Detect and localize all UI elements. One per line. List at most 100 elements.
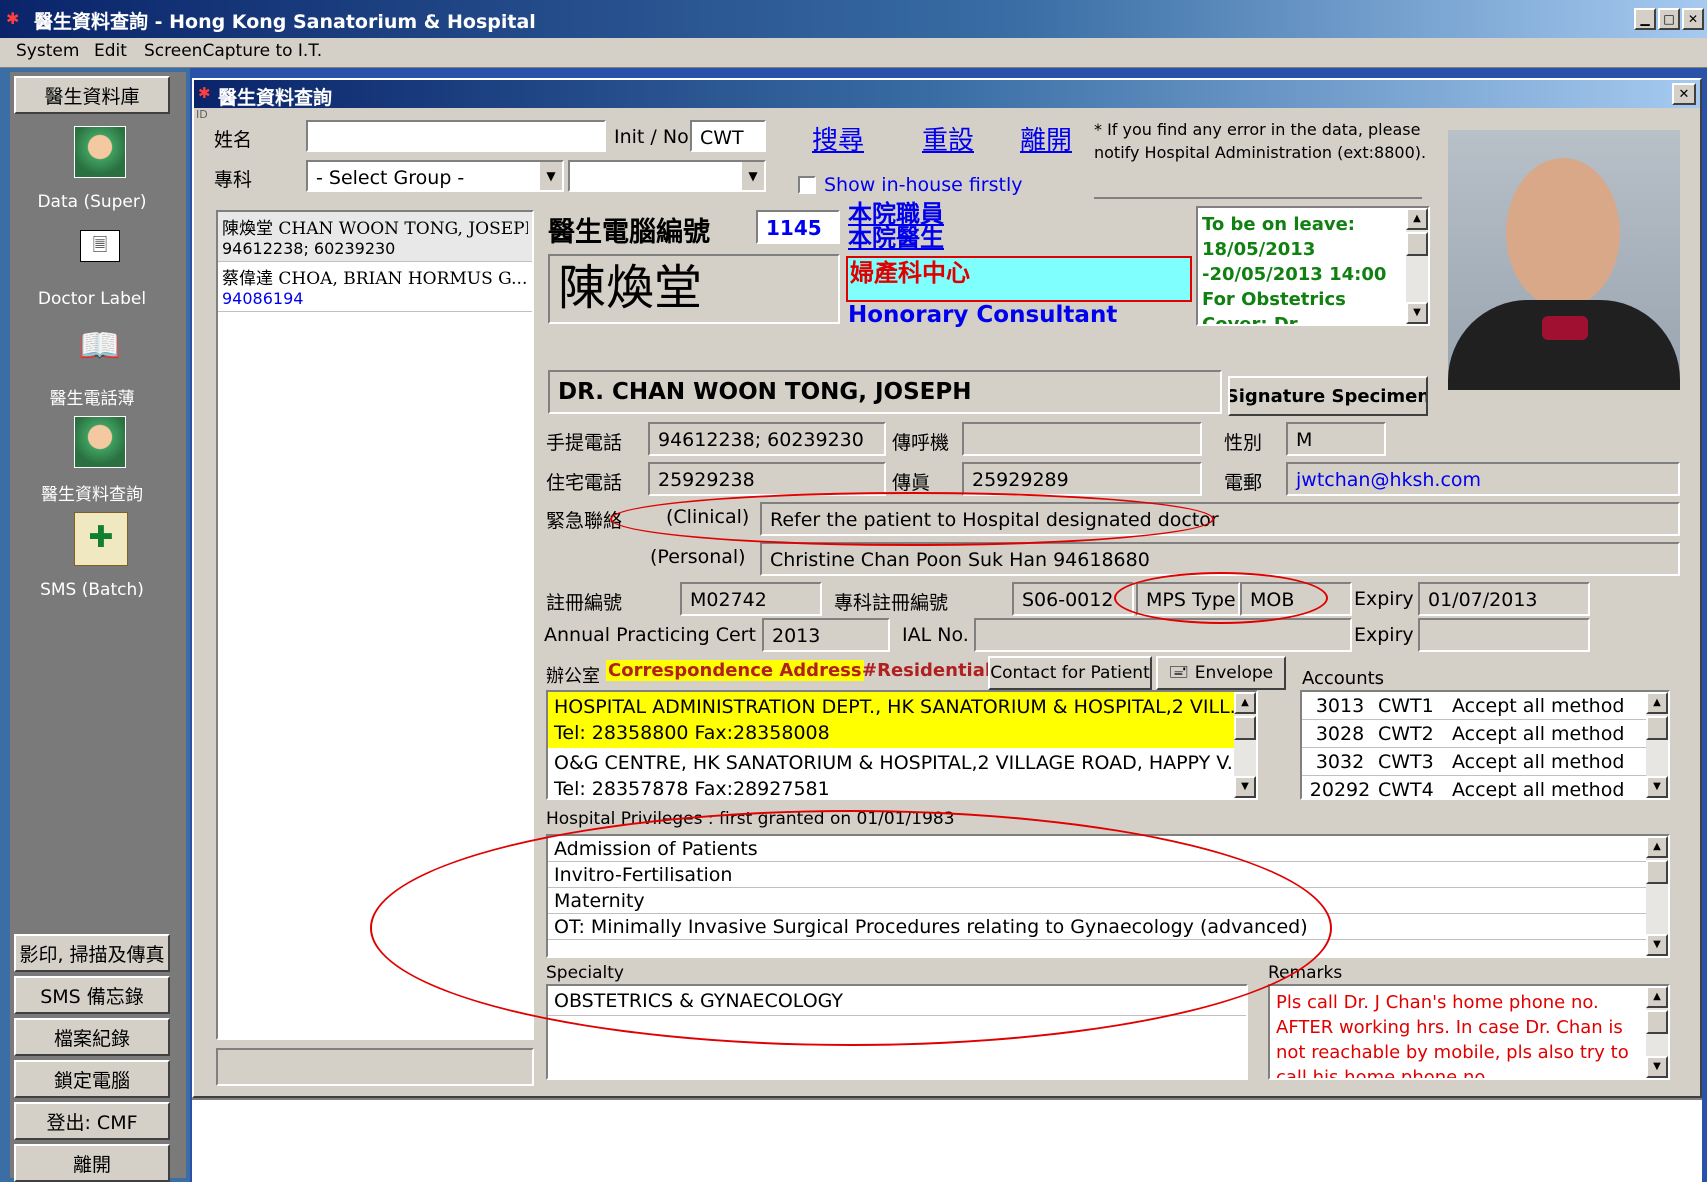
chevron-down-icon[interactable]: ▼ <box>538 162 562 190</box>
list-item[interactable]: 蔡偉達 CHOA, BRIAN HORMUS G... 94086194 <box>218 262 532 312</box>
label-icon[interactable]: 🗏 <box>80 230 120 262</box>
account-no: 3032 <box>1315 751 1365 773</box>
doctor-icon[interactable] <box>74 126 126 178</box>
address-line: O&G CENTRE, HK SANATORIUM & HOSPITAL,2 V… <box>554 752 1245 774</box>
centre-field: 婦產科中心 <box>846 256 1192 302</box>
email-field[interactable]: jwtchan@hksh.com <box>1286 462 1680 496</box>
sidebar-button-logout[interactable]: 登出: CMF <box>14 1102 170 1140</box>
remarks-scrollbar[interactable]: ▲ ▼ <box>1646 986 1668 1078</box>
scroll-down-icon[interactable]: ▼ <box>1406 302 1428 324</box>
menu-screencapture[interactable]: ScreenCapture to I.T. <box>144 41 322 61</box>
subgroup-select[interactable]: ▼ <box>568 160 766 192</box>
menu-edit[interactable]: Edit <box>94 41 127 61</box>
sidebar-button-print-scan-fax[interactable]: 影印, 掃描及傳真 <box>14 934 170 972</box>
corr-address-tab[interactable]: Correspondence Address <box>606 660 864 681</box>
privileges-label: Hospital Privileges : first granted on 0… <box>546 809 955 829</box>
scroll-thumb[interactable] <box>1646 716 1668 740</box>
doctor-icon[interactable] <box>74 416 126 468</box>
menu-system[interactable]: System <box>16 41 79 61</box>
inhouse-label[interactable]: Show in-house firstly <box>824 174 1022 196</box>
envelope-button[interactable]: 🖃 Envelope <box>1156 656 1286 690</box>
maximize-button[interactable]: □ <box>1658 8 1680 30</box>
sidebar-item-phonebook[interactable]: 醫生電話薄 <box>14 384 170 409</box>
sex-label: 性別 <box>1224 432 1263 454</box>
apc-field: 2013 <box>762 618 890 652</box>
list-item[interactable]: Admission of Patients <box>548 836 1668 862</box>
reg-label: 註冊編號 <box>546 592 623 614</box>
inhouse-checkbox[interactable] <box>798 176 816 194</box>
list-item[interactable]: OT: Minimally Invasive Surgical Procedur… <box>548 914 1668 940</box>
address-scrollbar[interactable]: ▲ ▼ <box>1234 692 1256 798</box>
address-list[interactable]: HOSPITAL ADMINISTRATION DEPT., HK SANATO… <box>546 690 1258 800</box>
pager-label: 傳呼機 <box>892 432 950 454</box>
sidebar-item-data-super[interactable]: Data (Super) <box>14 192 170 212</box>
list-item[interactable]: 陳煥堂 CHAN WOON TONG, JOSEPH 94612238; 602… <box>218 212 532 262</box>
sidebar-item-sms-batch[interactable]: SMS (Batch) <box>14 580 170 600</box>
phonebook-icon[interactable]: 📖 <box>76 326 124 366</box>
minimize-button[interactable]: ▁ <box>1634 8 1656 30</box>
account-method: Accept all method <box>1452 695 1625 717</box>
table-row[interactable]: 3013 CWT1 Accept all method <box>1302 692 1668 720</box>
table-row[interactable]: 3032 CWT3 Accept all method <box>1302 748 1668 776</box>
scroll-down-icon[interactable]: ▼ <box>1234 776 1256 798</box>
group-select[interactable]: - Select Group - ▼ <box>306 160 564 192</box>
results-list[interactable]: 陳煥堂 CHAN WOON TONG, JOSEPH 94612238; 602… <box>216 210 534 1040</box>
sidebar-button-lock-pc[interactable]: 鎖定電腦 <box>14 1060 170 1098</box>
account-no: 3028 <box>1315 723 1365 745</box>
privileges-list[interactable]: Admission of Patients Invitro-Fertilisat… <box>546 834 1670 958</box>
init-label: Init / No <box>614 126 689 148</box>
scroll-down-icon[interactable]: ▼ <box>1646 934 1668 956</box>
scroll-thumb[interactable] <box>1234 716 1256 740</box>
scroll-up-icon[interactable]: ▲ <box>1406 208 1428 230</box>
list-item[interactable]: HOSPITAL ADMINISTRATION DEPT., HK SANATO… <box>548 692 1256 748</box>
sidebar-item-doctor-query[interactable]: 醫生資料查詢 <box>14 480 170 505</box>
list-item[interactable]: Maternity <box>548 888 1668 914</box>
sidebar: 醫生資料庫 Data (Super) 🗏 Doctor Label 📖 醫生電話… <box>0 68 190 1182</box>
chevron-down-icon[interactable]: ▼ <box>740 162 764 190</box>
scroll-up-icon[interactable]: ▲ <box>1646 836 1668 858</box>
mobile-label: 手提電話 <box>546 432 623 454</box>
sidebar-item-doctor-label[interactable]: Doctor Label <box>14 289 170 309</box>
accounts-list[interactable]: 3013 CWT1 Accept all method 3028 CWT2 Accept… <box>1300 690 1670 800</box>
exit-link[interactable]: 離開 <box>1020 120 1072 157</box>
id-label: ID <box>196 108 208 121</box>
name-label: 姓名 <box>214 129 253 151</box>
table-row[interactable]: 3028 CWT2 Accept all method <box>1302 720 1668 748</box>
contact-patient-button[interactable]: Contact for Patient <box>988 656 1152 690</box>
chinese-name-field: 陳煥堂 <box>548 254 840 324</box>
scroll-up-icon[interactable]: ▲ <box>1234 692 1256 714</box>
privileges-scrollbar[interactable]: ▲ ▼ <box>1646 836 1668 956</box>
sidebar-button-file-record[interactable]: 檔案紀錄 <box>14 1018 170 1056</box>
sidebar-button-doctor-db[interactable]: 醫生資料庫 <box>14 76 170 114</box>
search-link[interactable]: 搜尋 <box>812 120 864 157</box>
scroll-thumb[interactable] <box>1406 232 1428 256</box>
expiry2-label: Expiry <box>1354 624 1414 646</box>
accounts-scrollbar[interactable]: ▲ ▼ <box>1646 692 1668 798</box>
pager-field <box>962 422 1202 456</box>
sidebar-button-sms-memo[interactable]: SMS 備忘錄 <box>14 976 170 1014</box>
signature-button[interactable]: Signature Specimen <box>1228 376 1428 416</box>
table-row[interactable]: 20292 CWT4 Accept all method <box>1302 776 1668 798</box>
scroll-thumb[interactable] <box>1646 860 1668 884</box>
inner-titlebar: ✱ 醫生資料查詢 ✕ <box>194 80 1700 109</box>
window-title: 醫生資料查詢 - Hong Kong Sanatorium & Hospital <box>34 11 536 33</box>
scroll-thumb[interactable] <box>1646 1010 1668 1034</box>
reset-link[interactable]: 重設 <box>922 120 974 157</box>
list-item[interactable]: O&G CENTRE, HK SANATORIUM & HOSPITAL,2 V… <box>548 748 1256 798</box>
sidebar-button-exit[interactable]: 離開 <box>14 1144 170 1182</box>
app-icon: ✱ <box>6 9 20 28</box>
name-input[interactable] <box>306 120 606 152</box>
leave-scrollbar[interactable]: ▲ ▼ <box>1406 208 1428 324</box>
close-window-button[interactable]: ✕ <box>1682 8 1704 30</box>
scroll-down-icon[interactable]: ▼ <box>1646 776 1668 798</box>
specialty-label: Specialty <box>546 963 624 983</box>
scroll-down-icon[interactable]: ▼ <box>1646 1056 1668 1078</box>
list-item[interactable]: Invitro-Fertilisation <box>548 862 1668 888</box>
init-input[interactable]: CWT <box>690 120 766 152</box>
hospital-crest-icon[interactable]: ✚ <box>74 512 128 566</box>
scroll-up-icon[interactable]: ▲ <box>1646 986 1668 1008</box>
close-inner-button[interactable]: ✕ <box>1672 83 1696 105</box>
scroll-up-icon[interactable]: ▲ <box>1646 692 1668 714</box>
residential-tab[interactable]: #Residential <box>862 660 991 681</box>
result-phone: 94086194 <box>222 289 304 308</box>
